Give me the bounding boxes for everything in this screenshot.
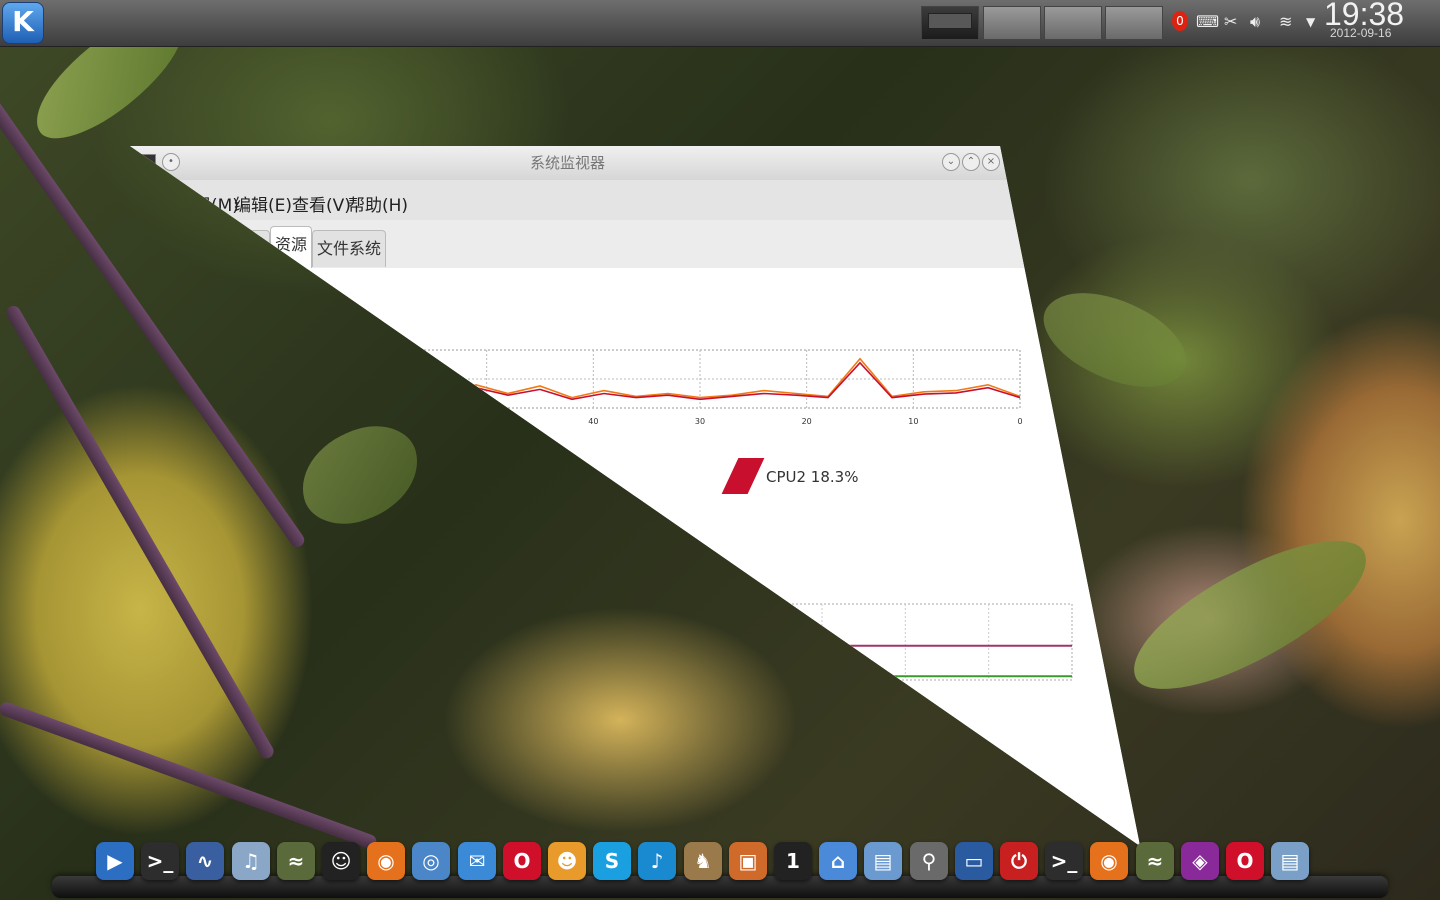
pager-desktop-2[interactable] [983, 6, 1041, 40]
skype-icon[interactable]: S [593, 842, 631, 880]
cpu-history-title: CPU 历史 [238, 302, 322, 323]
tab-resources[interactable]: 资源 [270, 226, 313, 269]
system-monitor-window: • 系统监视器 ⌄ ⌃ × 监视器(M) 编辑(E) 查看(V) 帮助(H) 系… [130, 146, 1140, 846]
window-title: 系统监视器 [530, 154, 606, 172]
home-folder-icon[interactable]: ⌂ [819, 842, 857, 880]
shutdown-icon[interactable]: ⏻ [1000, 842, 1038, 880]
tab-processes[interactable]: 进程 [228, 230, 271, 267]
wallpaper-leaf [290, 416, 430, 534]
cpu-x-tick: 10 [908, 417, 918, 426]
menubar: 监视器(M) 编辑(E) 查看(V) 帮助(H) [130, 180, 1140, 220]
terminal-icon[interactable]: >_ [141, 842, 179, 880]
window-menu-icon[interactable]: • [162, 153, 180, 171]
cpu-y-tick: 100% [353, 347, 376, 356]
cpu-x-tick: 40 [588, 417, 598, 426]
cpu-y-tick: 50% [358, 376, 376, 385]
file-manager-icon[interactable]: ▤ [864, 842, 902, 880]
cpu-x-tick: 50 [482, 417, 492, 426]
cpu-y-tick: 0% [363, 405, 376, 414]
window-titlebar[interactable]: • 系统监视器 ⌄ ⌃ × [130, 146, 1140, 180]
cpu2-legend-swatch[interactable] [721, 458, 765, 494]
audio-player-icon[interactable]: ♫ [232, 842, 270, 880]
pager-icon[interactable]: 1 [774, 842, 812, 880]
maximize-button[interactable]: ⌃ [962, 153, 980, 171]
top-panel: K 0 ⌨ ✂ 🔊︎ ≋ ▼ 19:38 2012-09-16 [0, 0, 1440, 47]
menu-monitor[interactable]: 监视器(M) [160, 191, 239, 216]
music-icon[interactable]: ♪ [638, 842, 676, 880]
thunderbird-icon[interactable]: ✉ [458, 842, 496, 880]
cpu-history-chart: 100% 50% 0% 60 秒 50 40 30 20 10 0 [353, 347, 1022, 426]
memory-history-chart [571, 603, 1073, 681]
opera-2-icon[interactable]: O [1226, 842, 1264, 880]
terminal-2-icon[interactable]: >_ [1045, 842, 1083, 880]
memory-history-title: 内存和交换历史 [460, 532, 586, 553]
cpu1-legend-swatch[interactable] [413, 458, 457, 494]
clipboard-scissors-icon[interactable]: ✂ [1224, 12, 1237, 31]
pager-desktop-1[interactable] [921, 6, 979, 40]
resources-panel: CPU 历史 100% 50% 0% 60 秒 50 40 30 20 10 0 CPU1 25.… [130, 268, 1140, 846]
cpu-x-tick: 20 [802, 417, 812, 426]
memory-plot-area [571, 603, 1073, 681]
firefox-2-icon[interactable]: ◉ [1090, 842, 1128, 880]
tray-expand-icon[interactable]: ▼ [1306, 15, 1315, 29]
cpu-x-tick: 30 [695, 417, 705, 426]
package-icon[interactable]: ▣ [729, 842, 767, 880]
close-button[interactable]: × [982, 153, 1000, 171]
search-icon[interactable]: ⚲ [910, 842, 948, 880]
eye-icon[interactable]: ◈ [1181, 842, 1219, 880]
pager-desktop-3[interactable] [1044, 6, 1102, 40]
wallpaper-leaf [1113, 519, 1387, 711]
kde-mascot-icon[interactable]: ♞ [684, 842, 722, 880]
wallpaper-stem [3, 303, 277, 761]
menu-edit[interactable]: 编辑(E) [234, 191, 292, 216]
clock-date[interactable]: 2012-09-16 [1330, 26, 1391, 40]
qq-icon[interactable]: ☺ [322, 842, 360, 880]
app-icon [138, 154, 156, 170]
wallpaper-stem [0, 700, 379, 851]
media-player-icon[interactable]: ▶ [96, 842, 134, 880]
kde-menu-button[interactable]: K [2, 2, 44, 44]
opera-tray-icon[interactable]: 0 [1172, 11, 1188, 31]
tab-file-systems[interactable]: 文件系统 [312, 230, 387, 267]
pager-desktop-4[interactable] [1105, 6, 1163, 40]
chromium-icon[interactable]: ◎ [412, 842, 450, 880]
system-monitor-icon[interactable]: ∿ [186, 842, 224, 880]
cpu1-legend-label: CPU1 25.5% [460, 468, 553, 486]
volume-icon[interactable]: 🔊︎ [1250, 12, 1260, 32]
tab-system[interactable]: 系统 [186, 230, 229, 267]
keyboard-icon[interactable]: ⌨ [1196, 12, 1219, 31]
menu-view[interactable]: 查看(V) [292, 191, 351, 216]
wallpaper-leaf [1030, 267, 1200, 413]
cpu2-legend-label: CPU2 18.3% [766, 468, 859, 486]
ksysguard-icon[interactable]: ≈ [277, 842, 315, 880]
ksysguard-2-icon[interactable]: ≈ [1136, 842, 1174, 880]
menu-help[interactable]: 帮助(H) [348, 191, 408, 216]
archive-icon[interactable]: ▤ [1271, 842, 1309, 880]
tab-bar: 系统 进程 资源 文件系统 [130, 220, 1140, 269]
opera-icon[interactable]: O [503, 842, 541, 880]
wifi-icon[interactable]: ≋ [1279, 12, 1292, 31]
network-icon[interactable]: ▭ [955, 842, 993, 880]
pidgin-icon[interactable]: ☻ [548, 842, 586, 880]
firefox-icon[interactable]: ◉ [367, 842, 405, 880]
minimize-button[interactable]: ⌄ [942, 153, 960, 171]
cpu-x-tick: 60 秒 [370, 416, 391, 426]
cpu-x-tick: 0 [1017, 417, 1022, 426]
